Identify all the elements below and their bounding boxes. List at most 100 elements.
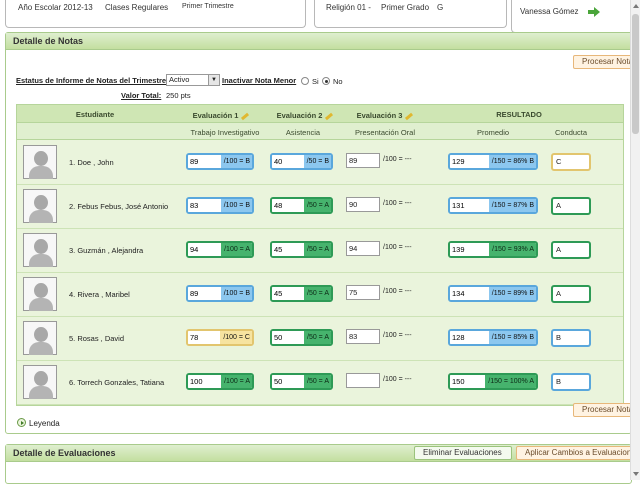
avatar [23, 365, 57, 399]
eval2-grade: /50 = A [304, 243, 331, 256]
eval2-score[interactable]: /50 = A [270, 197, 333, 214]
course-name: Religión 01 - [326, 3, 371, 12]
eval1-input[interactable] [188, 375, 222, 388]
status-select-value: Activo [169, 75, 190, 84]
average-grade: /150 = 85% B [488, 331, 536, 344]
eval1-grade: /100 = B [220, 287, 252, 300]
eval3-input[interactable]: 89 [346, 153, 380, 168]
delete-evaluations-button[interactable]: Eliminar Evaluaciones [414, 446, 512, 460]
average-grade: /150 = 89% B [488, 287, 536, 300]
inactivate-label: Inactivar Nota Menor [222, 76, 297, 85]
header-average: Promedio [476, 128, 510, 137]
average-input [450, 331, 486, 344]
conduct-input[interactable]: A [551, 285, 591, 303]
radio-yes-label: Si [312, 77, 319, 86]
student-name: 5. Rosas , David [69, 334, 125, 343]
eval1-grade: /100 = B [220, 199, 252, 212]
table-row: 5. Rosas , David/100 = C/50 = A 83/100 = … [17, 317, 623, 361]
average-grade: /150 = 93% A [489, 243, 536, 256]
eval2-score[interactable]: /50 = A [270, 329, 333, 346]
edit-pencil-icon [325, 112, 334, 120]
conduct-input[interactable]: A [551, 197, 591, 215]
eval2-score[interactable]: /50 = B [270, 153, 333, 170]
total-label: Valor Total: [121, 91, 162, 100]
eval3-input[interactable]: 94 [346, 241, 380, 256]
eval2-grade: /50 = A [304, 287, 331, 300]
scroll-up-icon [633, 4, 639, 8]
eval1-input[interactable] [188, 243, 222, 256]
average-grade: /150 = 87% B [488, 199, 536, 212]
eval1-input[interactable] [188, 331, 222, 344]
period-selector[interactable]: Año Escolar 2012-13 Clases Regulares Pri… [5, 0, 306, 28]
average-input [450, 287, 486, 300]
eval1-score[interactable]: /100 = B [186, 197, 254, 214]
legend-toggle-icon[interactable] [17, 418, 26, 427]
eval3-grade: /100 = --- [383, 332, 412, 339]
header-eval1[interactable]: Evaluación 1 [183, 111, 259, 120]
apply-changes-button[interactable]: Aplicar Cambios a Evaluaciones [516, 446, 633, 460]
radio-yes[interactable] [301, 77, 309, 85]
process-grade-button-top[interactable]: Procesar Nota [573, 55, 633, 69]
header-eval3-type: Presentación Oral [354, 128, 416, 137]
eval1-grade: /100 = A [221, 375, 252, 388]
eval1-score[interactable]: /100 = A [186, 373, 254, 390]
radio-no[interactable] [322, 77, 330, 85]
eval2-input[interactable] [272, 243, 302, 256]
conduct-input[interactable]: B [551, 329, 591, 347]
conduct-input[interactable]: C [551, 153, 591, 171]
radio-no-label: No [333, 77, 343, 86]
page-scrollbar[interactable] [630, 0, 640, 480]
eval3-grade: /100 = --- [383, 156, 412, 163]
eval2-input[interactable] [272, 331, 302, 344]
grade-name: Primer Grado [381, 3, 430, 12]
term: Primer Trimestre [182, 3, 234, 10]
eval1-input[interactable] [188, 199, 222, 212]
eval1-input[interactable] [188, 287, 222, 300]
eval2-input[interactable] [272, 375, 302, 388]
logout-arrow-icon[interactable] [588, 7, 600, 17]
eval2-score[interactable]: /50 = A [270, 285, 333, 302]
eval3-input[interactable]: 90 [346, 197, 380, 212]
conduct-input[interactable]: B [551, 373, 591, 391]
eval1-score[interactable]: /100 = C [186, 329, 254, 346]
header-eval3[interactable]: Evaluación 3 [347, 111, 423, 120]
eval2-score[interactable]: /50 = A [270, 373, 333, 390]
eval3-input[interactable] [346, 373, 380, 388]
eval1-score[interactable]: /100 = A [186, 241, 254, 258]
course-selector[interactable]: Religión 01 - Primer Grado G [314, 0, 507, 28]
student-name: 6. Torrech Gonzales, Tatiana [69, 378, 165, 387]
eval2-score[interactable]: /50 = A [270, 241, 333, 258]
process-grade-button-bottom[interactable]: Procesar Nota [573, 403, 633, 417]
avatar [23, 233, 57, 267]
table-row: 2. Febus Febus, José Antonio/100 = B/50 … [17, 185, 623, 229]
header-eval2[interactable]: Evaluación 2 [267, 111, 343, 120]
eval3-input[interactable]: 83 [346, 329, 380, 344]
legend-label[interactable]: Leyenda [29, 419, 60, 428]
eval1-score[interactable]: /100 = B [186, 153, 254, 170]
grades-panel-title: Detalle de Notas [6, 33, 631, 50]
eval2-input[interactable] [272, 287, 302, 300]
eval3-grade: /100 = --- [383, 244, 412, 251]
student-name: 3. Guzmán , Alejandra [69, 246, 144, 255]
conduct-input[interactable]: A [551, 241, 591, 259]
average-score: /150 = 85% B [448, 329, 538, 346]
eval3-input[interactable]: 75 [346, 285, 380, 300]
average-grade: /150 = 100% A [485, 375, 536, 388]
eval2-grade: /50 = A [304, 331, 331, 344]
table-row: 6. Torrech Gonzales, Tatiana/100 = A/50 … [17, 361, 623, 405]
eval2-input[interactable] [272, 199, 302, 212]
chevron-down-icon: ▼ [208, 75, 219, 85]
student-name: 4. Rivera , Maribel [69, 290, 130, 299]
eval1-score[interactable]: /100 = B [186, 285, 254, 302]
user-box[interactable]: Vanessa Gómez [511, 0, 637, 33]
student-name: 1. Doe , John [69, 158, 114, 167]
status-select[interactable]: Activo ▼ [166, 74, 220, 86]
eval1-grade: /100 = B [220, 155, 252, 168]
header-eval2-type: Asistencia [285, 128, 321, 137]
scrollbar-thumb [632, 14, 639, 134]
eval1-input[interactable] [188, 155, 222, 168]
table-row: 3. Guzmán , Alejandra/100 = A/50 = A 94/1… [17, 229, 623, 273]
average-score: /150 = 86% B [448, 153, 538, 170]
eval2-input[interactable] [272, 155, 302, 168]
user-name: Vanessa Gómez [520, 7, 579, 16]
